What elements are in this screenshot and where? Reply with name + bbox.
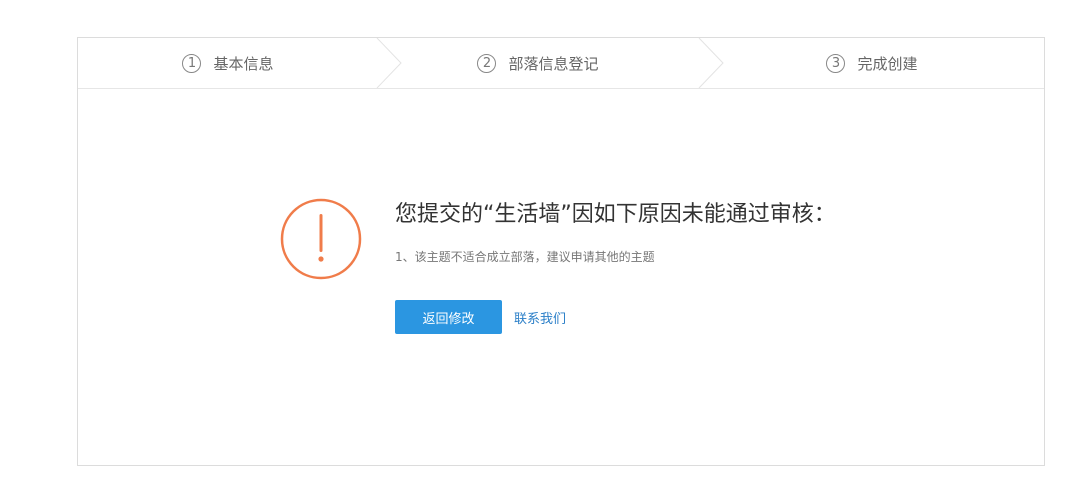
review-message: 您提交的“生活墙”因如下原因未能通过审核： 1、该主题不适合成立部落，建议申请其… xyxy=(395,200,865,334)
contact-us-link[interactable]: 联系我们 xyxy=(514,308,566,327)
action-bar: 返回修改 联系我们 xyxy=(395,300,865,334)
step-basic-info: 1 基本信息 xyxy=(78,38,378,88)
step-label-1: 基本信息 xyxy=(213,54,274,73)
step-number-3: 3 xyxy=(826,53,846,73)
exclamation-circle-icon xyxy=(280,198,362,280)
step-tribe-registration: 2 部落信息登记 xyxy=(378,38,698,88)
step-number-1: 1 xyxy=(182,53,202,73)
step-complete: 3 完成创建 xyxy=(698,38,1046,88)
rejection-reason: 1、该主题不适合成立部落，建议申请其他的主题 xyxy=(395,250,655,264)
rejection-title: 您提交的“生活墙”因如下原因未能通过审核： xyxy=(395,202,836,227)
progress-steps: 1 基本信息 2 部落信息登记 3 完成创建 xyxy=(78,38,1044,89)
create-tribe-panel: 1 基本信息 2 部落信息登记 3 完成创建 您提交的“生活墙”因如下原因未能通… xyxy=(77,37,1045,466)
step-label-3: 完成创建 xyxy=(857,54,918,73)
back-to-edit-button[interactable]: 返回修改 xyxy=(395,300,502,334)
step-label-2: 部落信息登记 xyxy=(508,54,599,73)
step-number-2: 2 xyxy=(477,53,497,73)
review-result-body: 您提交的“生活墙”因如下原因未能通过审核： 1、该主题不适合成立部落，建议申请其… xyxy=(78,89,1044,465)
